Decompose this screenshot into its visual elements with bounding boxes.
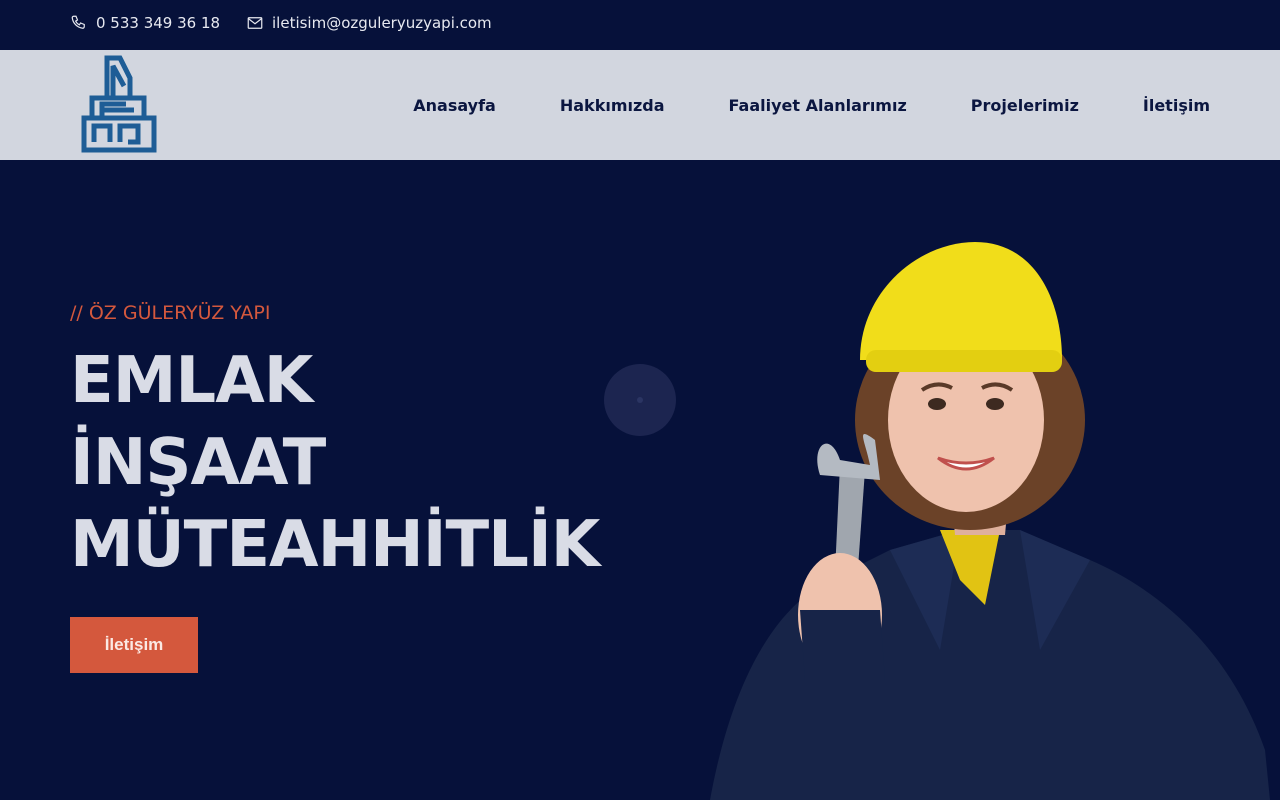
play-icon <box>637 397 643 403</box>
phone-number: 0 533 349 36 18 <box>96 14 221 32</box>
main-navbar: Anasayfa Hakkımızda Faaliyet Alanlarımız… <box>0 50 1280 160</box>
play-video-button[interactable] <box>604 364 676 436</box>
primary-nav: Anasayfa Hakkımızda Faaliyet Alanlarımız… <box>413 50 1210 160</box>
email-contact[interactable]: iletisim@ozguleryuzyapi.com <box>246 14 492 32</box>
hero-kicker: // ÖZ GÜLERYÜZ YAPI <box>70 302 271 324</box>
contact-button[interactable]: İletişim <box>70 617 198 673</box>
hero-headline: EMLAK İNŞAAT MÜTEAHHİTLİK <box>70 340 600 586</box>
headline-line-2: İNŞAAT <box>70 426 326 500</box>
nav-projelerimiz[interactable]: Projelerimiz <box>971 96 1079 115</box>
phone-contact[interactable]: 0 533 349 36 18 <box>70 14 220 32</box>
building-logo[interactable] <box>80 54 158 154</box>
envelope-icon <box>246 14 264 32</box>
nav-faaliyet-alanlari[interactable]: Faaliyet Alanlarımız <box>729 96 907 115</box>
nav-hakkimizda[interactable]: Hakkımızda <box>560 96 665 115</box>
phone-icon <box>70 14 88 32</box>
nav-iletisim[interactable]: İletişim <box>1143 96 1210 115</box>
top-bar: 0 533 349 36 18 iletisim@ozguleryuzyapi.… <box>0 0 1280 50</box>
email-address: iletisim@ozguleryuzyapi.com <box>272 14 492 32</box>
hero-section: // ÖZ GÜLERYÜZ YAPI EMLAK İNŞAAT MÜTEAHH… <box>0 160 1280 800</box>
headline-line-3: MÜTEAHHİTLİK <box>70 508 600 582</box>
headline-line-1: EMLAK <box>70 344 313 418</box>
nav-anasayfa[interactable]: Anasayfa <box>413 96 496 115</box>
construction-worker-photo <box>710 242 1270 800</box>
